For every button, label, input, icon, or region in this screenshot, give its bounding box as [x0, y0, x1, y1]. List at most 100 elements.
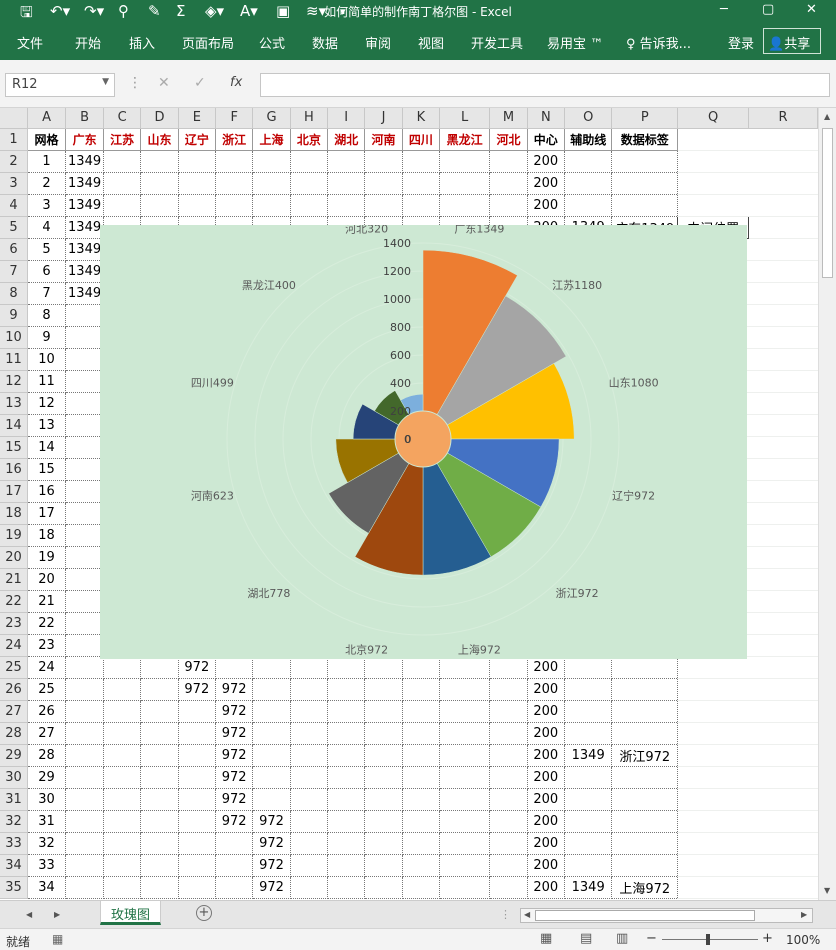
cell[interactable]	[748, 612, 818, 635]
cell[interactable]	[214, 655, 254, 679]
cell[interactable]	[748, 238, 818, 261]
login-link[interactable]: 登录	[728, 33, 754, 52]
cell[interactable]	[439, 787, 491, 811]
cell[interactable]	[748, 832, 818, 855]
row-header[interactable]: 9	[0, 304, 28, 327]
row-header[interactable]: 19	[0, 524, 28, 547]
cell[interactable]	[177, 809, 217, 833]
cell[interactable]	[252, 193, 291, 217]
column-header[interactable]: N	[527, 108, 565, 129]
cell[interactable]: 18	[26, 523, 67, 547]
scroll-right-icon[interactable]: ▶	[801, 910, 807, 919]
cell[interactable]	[289, 655, 329, 679]
cell[interactable]	[677, 656, 749, 679]
cell[interactable]	[102, 831, 142, 855]
confirm-icon[interactable]: ✓	[194, 75, 206, 91]
row-header[interactable]: 4	[0, 194, 28, 217]
cell[interactable]	[289, 743, 329, 767]
column-header[interactable]: Q	[677, 108, 750, 129]
tab-next-icon[interactable]: ▶	[54, 910, 60, 919]
cell[interactable]	[748, 700, 818, 723]
row-header[interactable]: 8	[0, 282, 28, 305]
column-header[interactable]: B	[65, 108, 104, 129]
cell[interactable]	[65, 831, 104, 855]
cell[interactable]: 200	[526, 721, 565, 745]
tab-easy-tool[interactable]: 易用宝 ™	[547, 33, 603, 52]
cell[interactable]	[65, 435, 104, 459]
cell[interactable]	[65, 413, 104, 437]
row-header[interactable]: 1	[0, 128, 28, 151]
cell[interactable]	[401, 721, 441, 745]
zoom-level[interactable]: 100%	[786, 933, 820, 947]
cell[interactable]	[489, 193, 528, 217]
vertical-scrollbar[interactable]: ▲ ▼	[818, 108, 836, 900]
cell[interactable]	[177, 875, 217, 899]
cell[interactable]	[65, 765, 104, 789]
cell[interactable]: 16	[26, 479, 67, 503]
cell[interactable]: 200	[526, 765, 565, 789]
cell[interactable]	[439, 655, 491, 679]
cell[interactable]: 11	[26, 369, 67, 393]
cell[interactable]	[563, 677, 613, 701]
cell[interactable]: 24	[26, 655, 67, 679]
row-header[interactable]: 32	[0, 810, 28, 833]
cell[interactable]: 1349	[65, 215, 104, 239]
cell[interactable]	[65, 787, 104, 811]
row-header[interactable]: 24	[0, 634, 28, 657]
cell[interactable]: 31	[26, 809, 67, 833]
cell[interactable]	[748, 194, 818, 217]
cell[interactable]	[489, 699, 528, 723]
column-header[interactable]: A	[27, 108, 67, 129]
cell[interactable]: 17	[26, 501, 67, 525]
header-cell[interactable]: 广东	[65, 127, 104, 151]
cell[interactable]	[102, 743, 142, 767]
close-button[interactable]: ✕	[806, 2, 817, 17]
cell[interactable]	[327, 831, 366, 855]
cell[interactable]	[65, 699, 104, 723]
header-cell[interactable]: 山东	[140, 127, 179, 151]
header-cell[interactable]: 河北	[489, 127, 528, 151]
header-cell[interactable]: 黑龙江	[439, 127, 491, 151]
cell[interactable]: 200	[526, 149, 565, 173]
cell[interactable]	[401, 809, 441, 833]
macro-record-icon[interactable]: ▦	[52, 932, 63, 946]
cell[interactable]	[364, 149, 403, 173]
cell[interactable]: 32	[26, 831, 67, 855]
maximize-button[interactable]: ▢	[762, 2, 774, 17]
cell[interactable]	[677, 172, 749, 195]
cell[interactable]	[439, 149, 491, 173]
cell[interactable]	[748, 282, 818, 305]
share-button[interactable]: 👤共享	[763, 28, 821, 54]
cell[interactable]	[748, 744, 818, 767]
tab-home[interactable]: 开始	[75, 33, 101, 52]
column-header[interactable]: C	[103, 108, 142, 129]
cell[interactable]	[439, 809, 491, 833]
cell[interactable]	[327, 853, 366, 877]
cell[interactable]	[214, 831, 254, 855]
cell[interactable]	[364, 193, 403, 217]
cell[interactable]: 200	[526, 809, 565, 833]
row-header[interactable]: 3	[0, 172, 28, 195]
cell[interactable]	[252, 655, 291, 679]
cell[interactable]	[401, 787, 441, 811]
zoom-in-icon[interactable]: +	[762, 931, 773, 946]
header-cell[interactable]: 四川	[401, 127, 441, 151]
cell[interactable]	[611, 809, 679, 833]
cell[interactable]	[364, 809, 403, 833]
row-header[interactable]: 10	[0, 326, 28, 349]
cell[interactable]	[214, 853, 254, 877]
cell[interactable]: 浙江972	[611, 743, 679, 767]
header-cell[interactable]: 上海	[252, 127, 291, 151]
row-header[interactable]: 15	[0, 436, 28, 459]
cell[interactable]	[439, 743, 491, 767]
cell[interactable]	[677, 788, 749, 811]
cell[interactable]	[177, 743, 217, 767]
zoom-slider[interactable]	[662, 939, 758, 940]
cell[interactable]: 10	[26, 347, 67, 371]
cell[interactable]	[677, 150, 749, 173]
cell[interactable]: 6	[26, 259, 67, 283]
cell[interactable]: 972	[214, 809, 254, 833]
cell[interactable]	[401, 655, 441, 679]
cell[interactable]	[102, 149, 142, 173]
cell[interactable]	[364, 677, 403, 701]
